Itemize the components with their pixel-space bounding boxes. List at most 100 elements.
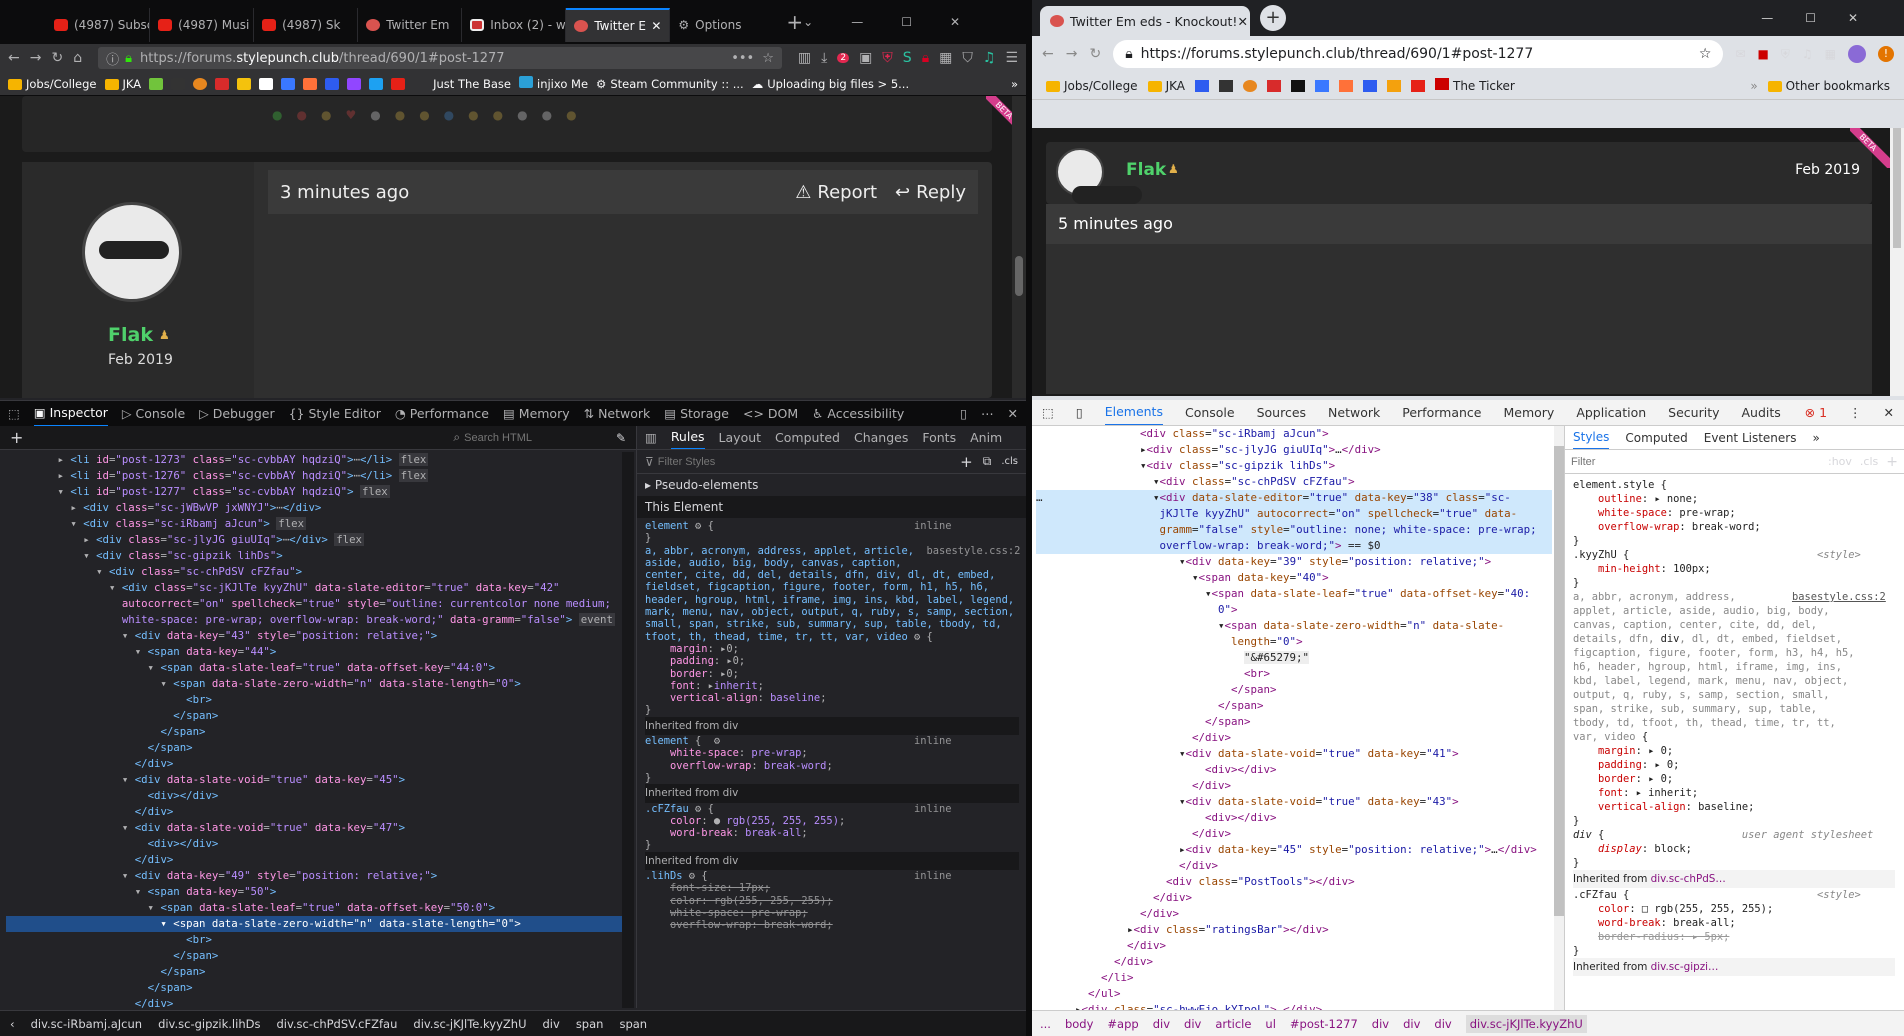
- breadcrumb-item[interactable]: div.sc-chPdSV.cFZfau: [276, 1017, 397, 1031]
- bookmark-icon[interactable]: [1218, 79, 1233, 92]
- breadcrumb-item[interactable]: article: [1215, 1017, 1251, 1031]
- home-icon[interactable]: ⌂: [73, 50, 82, 66]
- ublock-icon[interactable]: ⛨: [882, 50, 893, 66]
- tab-rules[interactable]: Rules: [670, 426, 705, 449]
- tab-changes[interactable]: Changes: [854, 430, 908, 445]
- bookmark-icon[interactable]: [281, 77, 296, 90]
- reply-button[interactable]: Reply: [916, 182, 966, 203]
- tab-network[interactable]: ⇅ Network: [584, 406, 651, 421]
- breadcrumb-item[interactable]: span: [619, 1017, 647, 1031]
- username[interactable]: Flak: [108, 324, 153, 346]
- breadcrumb-item[interactable]: div: [543, 1017, 560, 1031]
- page-scrollbar[interactable]: [1012, 96, 1026, 398]
- forward-icon[interactable]: →: [30, 50, 42, 66]
- dock-icon[interactable]: ▯: [960, 406, 967, 421]
- breadcrumb-item[interactable]: div.sc-iRbamj.aJcun: [31, 1017, 142, 1031]
- youtube-icon[interactable]: [1410, 79, 1425, 92]
- tab-audits[interactable]: Audits: [1742, 405, 1781, 420]
- error-icon[interactable]: ⊗ 1: [1805, 405, 1827, 420]
- tab-debugger[interactable]: ▷ Debugger: [199, 406, 274, 421]
- breadcrumb-item[interactable]: div: [1153, 1017, 1170, 1031]
- extension-icon[interactable]: S: [903, 50, 912, 66]
- lastpass-icon[interactable]: 🔒︎: [922, 50, 929, 66]
- bookmark-link[interactable]: The Ticker: [1434, 78, 1515, 93]
- ff-tab[interactable]: ⚙ Options: [670, 8, 774, 42]
- menu-icon[interactable]: ☰: [1005, 50, 1018, 66]
- tab-computed[interactable]: Computed: [775, 430, 840, 445]
- bookmark-icon[interactable]: [171, 77, 186, 90]
- add-rule-icon[interactable]: +: [960, 453, 973, 471]
- bookmark-icon[interactable]: [1194, 79, 1209, 92]
- bookmark-folder[interactable]: Jobs/College: [8, 77, 97, 91]
- bookmarks-overflow-icon[interactable]: »: [1750, 79, 1757, 93]
- new-tab-icon[interactable]: +: [786, 10, 803, 34]
- reload-icon[interactable]: ↻: [1089, 46, 1101, 62]
- avatar[interactable]: [82, 202, 182, 302]
- cls-toggle[interactable]: .cls: [1001, 456, 1018, 467]
- page-scrollbar[interactable]: [1890, 128, 1904, 396]
- bookmark-link[interactable]: Just The Base: [433, 77, 511, 91]
- info-icon[interactable]: ⓘ: [106, 49, 119, 68]
- bookmark-link[interactable]: ☁ Uploading big files > 5...: [752, 77, 909, 91]
- tab-event-listeners[interactable]: Event Listeners: [1704, 431, 1797, 445]
- omnibox[interactable]: 🔒︎ https://forums.stylepunch.club/thread…: [1113, 40, 1724, 68]
- tab-layout[interactable]: Layout: [719, 430, 762, 445]
- extension-icon[interactable]: ▦: [939, 50, 952, 66]
- extension-icon[interactable]: ▣: [859, 50, 872, 66]
- elements-scrollbar[interactable]: [1554, 426, 1564, 1010]
- avatar[interactable]: [1056, 148, 1142, 204]
- tab-security[interactable]: Security: [1668, 405, 1719, 420]
- bookmark-folder[interactable]: JKA: [104, 77, 141, 91]
- breadcrumb-item[interactable]: div: [1434, 1017, 1451, 1031]
- bookmark-icon[interactable]: [303, 77, 318, 90]
- add-node-icon[interactable]: +: [10, 428, 23, 447]
- avatar[interactable]: [1848, 45, 1866, 63]
- breadcrumb-item[interactable]: #post-1277: [1290, 1017, 1358, 1031]
- breadcrumb-item[interactable]: ...: [1040, 1017, 1051, 1031]
- extension-badge[interactable]: 2: [837, 53, 850, 63]
- styles-list[interactable]: element.style { outline: ▸ none; white-s…: [1565, 474, 1904, 1010]
- bookmark-icon[interactable]: [1362, 79, 1377, 92]
- tab-sources[interactable]: Sources: [1257, 405, 1306, 420]
- extension-icon[interactable]: ■: [1758, 47, 1769, 61]
- breadcrumb-item[interactable]: div.sc-jKJlTe.kyyZhU: [413, 1017, 526, 1031]
- bookmark-link[interactable]: injixo Me: [519, 76, 588, 91]
- bookmark-icon[interactable]: [193, 77, 208, 90]
- tab-console[interactable]: ▷ Console: [122, 406, 185, 421]
- bookmark-icon[interactable]: [149, 77, 164, 90]
- chrome-tab-active[interactable]: Twitter Em eds - Knockout! ✕: [1040, 6, 1250, 36]
- more-icon[interactable]: ⋮: [1849, 405, 1862, 420]
- print-icon[interactable]: ⧉: [983, 454, 992, 469]
- ff-tab[interactable]: (4987) Musi: [150, 8, 255, 42]
- ff-tab[interactable]: (4987) Subsc: [46, 8, 151, 42]
- breadcrumb-item[interactable]: body: [1065, 1017, 1093, 1031]
- tab-animations[interactable]: Anim: [970, 430, 1002, 445]
- hov-toggle[interactable]: :hov: [1828, 455, 1852, 468]
- close-icon[interactable]: ✕: [1237, 14, 1247, 29]
- tab-accessibility[interactable]: ♿ Accessibility: [812, 406, 904, 421]
- device-icon[interactable]: ▯: [1076, 405, 1083, 420]
- extension-icon[interactable]: ✉: [1735, 47, 1745, 61]
- tab-inspector[interactable]: ▣ Inspector: [33, 401, 108, 426]
- library-icon[interactable]: ▥: [798, 50, 811, 66]
- extension-icon[interactable]: ▦: [1825, 47, 1836, 61]
- tab-fonts[interactable]: Fonts: [922, 430, 956, 445]
- bookmark-icon[interactable]: [1338, 79, 1353, 92]
- breadcrumb-item[interactable]: div.sc-gipzik.lihDs: [158, 1017, 260, 1031]
- bookmark-icon[interactable]: [1242, 79, 1257, 92]
- extension-icon[interactable]: ♫: [983, 50, 996, 66]
- panel-toggle-icon[interactable]: ▥: [645, 430, 657, 445]
- bookmark-icon[interactable]: [237, 77, 252, 90]
- breadcrumb-item[interactable]: div: [1184, 1017, 1201, 1031]
- shield-icon[interactable]: ⛉: [962, 50, 973, 66]
- bookmark-folder[interactable]: Jobs/College: [1046, 79, 1138, 93]
- twitter-icon[interactable]: [369, 77, 384, 90]
- star-icon[interactable]: ☆: [762, 51, 774, 66]
- markup-scrollbar[interactable]: [622, 452, 634, 1008]
- eyedropper-icon[interactable]: ✎: [616, 431, 626, 445]
- bookmark-icon[interactable]: [1386, 79, 1401, 92]
- inspect-icon[interactable]: ⬚: [1042, 405, 1054, 420]
- url-bar[interactable]: ⓘ 🔒︎ https://forums. stylepunch.club/thre…: [98, 47, 782, 69]
- bookmark-link[interactable]: ⚙ Steam Community :: ...: [596, 77, 744, 91]
- pseudo-elements-header[interactable]: ▸ Pseudo-elements: [637, 474, 1026, 496]
